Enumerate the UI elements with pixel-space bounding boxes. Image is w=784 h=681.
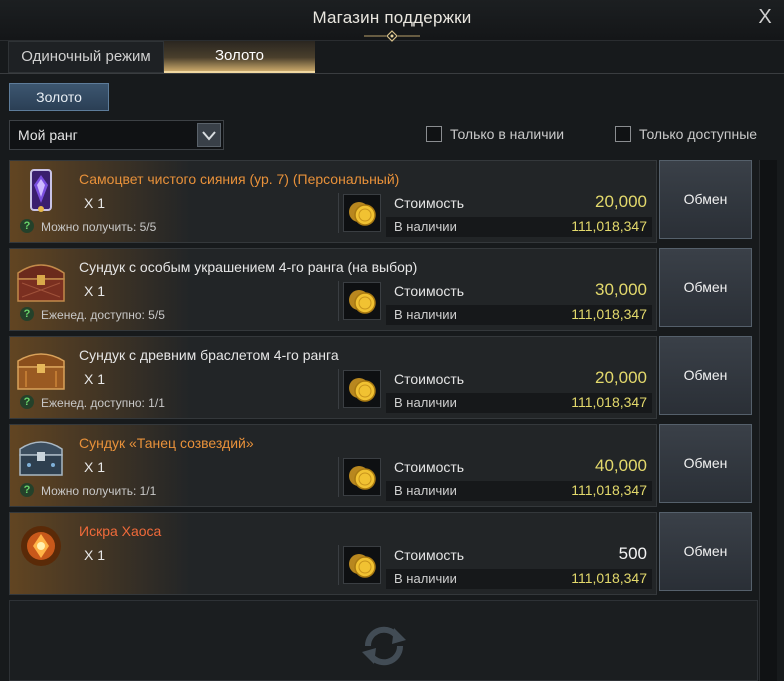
cost-label: Стоимость bbox=[394, 371, 465, 387]
purchase-limit: Еженед. доступно: 1/1 bbox=[41, 396, 165, 410]
stock-row: В наличии 111,018,347 bbox=[386, 305, 652, 325]
gold-coin-icon bbox=[343, 546, 381, 584]
item-quantity: X 1 bbox=[84, 283, 106, 299]
cost-row: Стоимость 20,000 bbox=[386, 192, 652, 214]
cost-row: Стоимость 500 bbox=[386, 544, 652, 566]
only-available-label: Только доступные bbox=[639, 126, 758, 142]
stock-value: 111,018,347 bbox=[571, 218, 647, 234]
cost-row: Стоимость 30,000 bbox=[386, 280, 652, 302]
purchase-limit: Можно получить: 5/5 bbox=[41, 220, 157, 234]
stock-value: 111,018,347 bbox=[571, 570, 647, 586]
cost-label: Стоимость bbox=[394, 547, 465, 563]
question-icon: ? bbox=[20, 395, 34, 409]
tab-solo-mode[interactable]: Одиночный режим bbox=[8, 41, 164, 73]
cost-row: Стоимость 40,000 bbox=[386, 456, 652, 478]
cost-value: 20,000 bbox=[595, 192, 647, 211]
exchange-button[interactable]: Обмен bbox=[659, 248, 752, 327]
gold-coin-icon bbox=[343, 194, 381, 232]
list-item: Сундук с особым украшением 4-го ранга (н… bbox=[9, 248, 758, 331]
question-icon: ? bbox=[20, 483, 34, 497]
item-quantity: X 1 bbox=[84, 547, 106, 563]
scrollbar[interactable] bbox=[759, 160, 777, 681]
question-icon: ? bbox=[20, 219, 34, 233]
chaos-spark-icon bbox=[21, 526, 61, 566]
stock-row: В наличии 111,018,347 bbox=[386, 569, 652, 589]
exchange-button[interactable]: Обмен bbox=[659, 336, 752, 415]
question-icon: ? bbox=[20, 307, 34, 321]
only-available-checkbox[interactable]: Только доступные bbox=[615, 126, 765, 144]
gold-coin-icon bbox=[343, 370, 381, 408]
only-in-stock-label: Только в наличии bbox=[450, 126, 565, 142]
stock-row: В наличии 111,018,347 bbox=[386, 393, 652, 413]
item-quantity: X 1 bbox=[84, 371, 106, 387]
checkbox-box[interactable] bbox=[426, 126, 442, 142]
gold-coin-icon bbox=[343, 282, 381, 320]
item-quantity: X 1 bbox=[84, 459, 106, 475]
stock-value: 111,018,347 bbox=[571, 482, 647, 498]
chevron-down-icon[interactable] bbox=[197, 123, 221, 147]
tab-gold[interactable]: Золото bbox=[164, 41, 315, 73]
list-item: Сундук с древним браслетом 4-го ранга X … bbox=[9, 336, 758, 419]
cost-value: 40,000 bbox=[595, 456, 647, 475]
item-quantity: X 1 bbox=[84, 195, 106, 211]
item-name: Искра Хаоса bbox=[79, 523, 162, 539]
divider bbox=[338, 545, 339, 585]
stock-label: В наличии bbox=[394, 395, 457, 410]
purchase-limit: Еженед. доступно: 5/5 bbox=[41, 308, 165, 322]
item-card: Самоцвет чистого сияния (ур. 7) (Персона… bbox=[9, 160, 657, 243]
divider bbox=[338, 457, 339, 497]
stock-label: В наличии bbox=[394, 483, 457, 498]
stock-label: В наличии bbox=[394, 571, 457, 586]
refresh-icon bbox=[362, 626, 406, 666]
item-card: Сундук с особым украшением 4-го ранга (н… bbox=[9, 248, 657, 331]
red-chest-icon bbox=[17, 264, 65, 302]
window-title: Магазин поддержки bbox=[312, 8, 472, 27]
divider bbox=[338, 369, 339, 409]
rank-dropdown-value: Мой ранг bbox=[18, 127, 78, 143]
list-item: Самоцвет чистого сияния (ур. 7) (Персона… bbox=[9, 160, 758, 243]
item-name: Сундук с древним браслетом 4-го ранга bbox=[79, 347, 339, 363]
cost-label: Стоимость bbox=[394, 459, 465, 475]
exchange-button[interactable]: Обмен bbox=[659, 512, 752, 591]
list-item: Искра Хаоса X 1 Стоимость 500 В наличии … bbox=[9, 512, 758, 595]
item-card: Сундук с древним браслетом 4-го ранга X … bbox=[9, 336, 657, 419]
exchange-button[interactable]: Обмен bbox=[659, 424, 752, 503]
stock-row: В наличии 111,018,347 bbox=[386, 217, 652, 237]
divider bbox=[338, 281, 339, 321]
cost-value: 20,000 bbox=[595, 368, 647, 387]
item-list: Самоцвет чистого сияния (ур. 7) (Персона… bbox=[9, 160, 758, 681]
stock-value: 111,018,347 bbox=[571, 394, 647, 410]
checkbox-box[interactable] bbox=[615, 126, 631, 142]
cost-label: Стоимость bbox=[394, 195, 465, 211]
stock-row: В наличии 111,018,347 bbox=[386, 481, 652, 501]
stock-label: В наличии bbox=[394, 307, 457, 322]
list-item: Сундук «Танец созвездий» X 1 ? Можно пол… bbox=[9, 424, 758, 507]
item-name: Сундук «Танец созвездий» bbox=[79, 435, 254, 451]
item-name: Сундук с особым украшением 4-го ранга (н… bbox=[79, 259, 418, 275]
title-bar: Магазин поддержки X bbox=[0, 0, 784, 42]
cost-row: Стоимость 20,000 bbox=[386, 368, 652, 390]
gold-coin-icon bbox=[343, 458, 381, 496]
exchange-button[interactable]: Обмен bbox=[659, 160, 752, 239]
item-name: Самоцвет чистого сияния (ур. 7) (Персона… bbox=[79, 171, 400, 187]
stock-value: 111,018,347 bbox=[571, 306, 647, 322]
only-in-stock-checkbox[interactable]: Только в наличии bbox=[426, 126, 576, 144]
tab-bar: Одиночный режим Золото bbox=[0, 41, 784, 74]
stock-label: В наличии bbox=[394, 219, 457, 234]
subtab-gold[interactable]: Золото bbox=[9, 83, 109, 111]
bracelet-chest-icon bbox=[17, 353, 65, 390]
cost-label: Стоимость bbox=[394, 283, 465, 299]
blue-chest-icon bbox=[19, 441, 63, 476]
cost-value: 500 bbox=[618, 544, 647, 563]
item-card: Искра Хаоса X 1 Стоимость 500 В наличии … bbox=[9, 512, 657, 595]
rank-dropdown[interactable]: Мой ранг bbox=[9, 120, 224, 150]
purchase-limit: Можно получить: 1/1 bbox=[41, 484, 157, 498]
close-button[interactable]: X bbox=[754, 6, 776, 28]
item-card: Сундук «Танец созвездий» X 1 ? Можно пол… bbox=[9, 424, 657, 507]
divider bbox=[338, 193, 339, 233]
purple-gem-icon bbox=[30, 169, 52, 212]
cost-value: 30,000 bbox=[595, 280, 647, 299]
